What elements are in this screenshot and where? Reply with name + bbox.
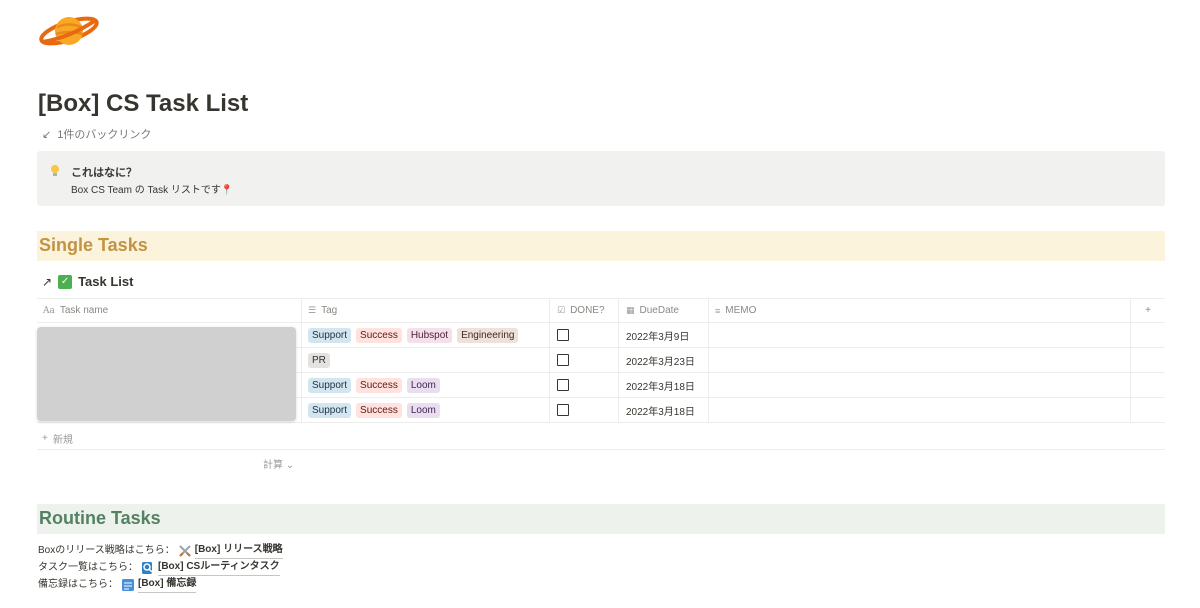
routine-tasks-title: Routine Tasks (39, 508, 161, 528)
single-tasks-title: Single Tasks (39, 235, 148, 255)
checkbox-type-icon: ☑ (557, 305, 566, 315)
done-cell (550, 348, 619, 372)
column-tag-label: Tag (321, 305, 338, 316)
text-type-icon: Aa (43, 305, 55, 316)
column-memo-label: MEMO (725, 305, 757, 316)
empty-cell (1131, 373, 1165, 397)
tag-loom: Loom (406, 377, 440, 393)
tag-loom: Loom (406, 402, 440, 418)
calendar-icon: ▦ (626, 305, 635, 315)
done-cell (550, 398, 619, 422)
memo-cell[interactable] (709, 398, 1131, 422)
done-cell (550, 323, 619, 347)
done-checkbox[interactable] (557, 354, 569, 366)
tag-cell[interactable]: Support Success Hubspot Engineering (302, 323, 550, 347)
table-header: Aa Task name ☰ Tag ☑ DONE? ▦ DueDate ≡ MEMO + (37, 298, 1165, 323)
column-task-name-label: Task name (59, 305, 109, 316)
checkmark-icon: ✓ (58, 274, 73, 289)
backlinks-label: 1件のバックリンク (57, 129, 152, 141)
due-date-cell[interactable]: 2022年3月23日 (619, 348, 709, 372)
due-date-cell[interactable]: 2022年3月18日 (619, 398, 709, 422)
empty-cell (1131, 398, 1165, 422)
routine-line: タスク一覧はこちら： [Box] CSルーティンタスク (38, 559, 283, 576)
tag-cell[interactable]: Support Success Loom (302, 398, 550, 422)
column-due-label: DueDate (639, 305, 679, 316)
empty-cell (1131, 348, 1165, 372)
tag-success: Success (356, 402, 402, 418)
search-doc-icon (142, 561, 153, 574)
tag-success: Success (356, 327, 402, 343)
redacted-task-names (37, 327, 296, 421)
tag-support: Support (308, 327, 352, 343)
linked-arrow-icon: ↗ (42, 274, 53, 289)
lightbulb-icon (51, 165, 59, 176)
crossed-swords-icon (179, 544, 191, 557)
saturn-icon (39, 16, 99, 46)
tag-success: Success (356, 377, 402, 393)
tag-support: Support (308, 377, 352, 393)
single-tasks-heading: Single Tasks (37, 231, 1165, 261)
routine-line: Boxのリリース戦略はこちら： [Box] リリース戦略 (38, 542, 283, 559)
tag-hubspot: Hubspot (406, 327, 453, 343)
memo-cell[interactable] (709, 323, 1131, 347)
memo-cell[interactable] (709, 348, 1131, 372)
new-row-button[interactable]: + 新規 (42, 431, 73, 446)
callout: これはなに？ Box CS Team の Task リストです📍 (37, 151, 1165, 206)
page-title: [Box] CS Task List (38, 90, 249, 117)
routine-line: 備忘録はこちら： [Box] 備忘録 (38, 576, 283, 593)
due-date-cell[interactable]: 2022年3月18日 (619, 373, 709, 397)
column-due-date[interactable]: ▦ DueDate (619, 299, 709, 322)
column-memo[interactable]: ≡ MEMO (709, 299, 1131, 322)
memo-link[interactable]: [Box] 備忘録 (138, 576, 197, 593)
tag-support: Support (308, 402, 352, 418)
divider (37, 449, 1165, 450)
memo-icon (122, 578, 134, 591)
chevron-down-icon: ⌄ (285, 460, 295, 471)
done-checkbox[interactable] (557, 404, 569, 416)
add-column-button[interactable]: + (1131, 299, 1165, 322)
done-checkbox[interactable] (557, 379, 569, 391)
new-row-label: 新規 (52, 435, 73, 446)
column-task-name[interactable]: Aa Task name (37, 299, 302, 322)
done-cell (550, 373, 619, 397)
routine-line-prefix: タスク一覧はこちら： (38, 561, 138, 573)
routine-line-prefix: Boxのリリース戦略はこちら： (38, 544, 175, 556)
callout-title: これはなに？ (71, 167, 137, 179)
calculate-label: 計算 (263, 460, 283, 471)
tag-cell[interactable]: PR (302, 348, 550, 372)
cs-routine-task-link[interactable]: [Box] CSルーティンタスク (158, 559, 280, 576)
done-checkbox[interactable] (557, 329, 569, 341)
release-strategy-link[interactable]: [Box] リリース戦略 (194, 542, 283, 559)
callout-text: Box CS Team の Task リストです📍 (71, 181, 233, 196)
routine-links: Boxのリリース戦略はこちら： [Box] リリース戦略 タスク一覧はこちら： … (38, 542, 283, 593)
backlinks[interactable]: ↙ 1件のバックリンク (42, 126, 151, 142)
routine-line-prefix: 備忘録はこちら： (38, 578, 118, 590)
empty-cell (1131, 323, 1165, 347)
routine-tasks-heading: Routine Tasks (37, 504, 1165, 534)
backlink-arrow-icon: ↙ (42, 128, 52, 141)
text-lines-icon: ≡ (715, 305, 721, 316)
pushpin-icon: 📍 (220, 185, 234, 196)
column-done-label: DONE? (570, 305, 605, 316)
column-tag[interactable]: ☰ Tag (302, 299, 550, 322)
tag-engineering: Engineering (457, 327, 519, 343)
tag-cell[interactable]: Support Success Loom (302, 373, 550, 397)
column-done[interactable]: ☑ DONE? (550, 299, 619, 322)
memo-cell[interactable] (709, 373, 1131, 397)
calculate-dropdown[interactable]: 計算 ⌄ (263, 456, 294, 471)
tag-pr: PR (308, 352, 330, 368)
callout-body: Box CS Team の Task リストです (71, 185, 221, 196)
list-icon: ☰ (308, 305, 317, 315)
database-title[interactable]: ↗ ✓ Task List (42, 274, 133, 289)
database-title-label: Task List (78, 274, 134, 289)
plus-icon: + (42, 433, 48, 444)
due-date-cell[interactable]: 2022年3月9日 (619, 323, 709, 347)
